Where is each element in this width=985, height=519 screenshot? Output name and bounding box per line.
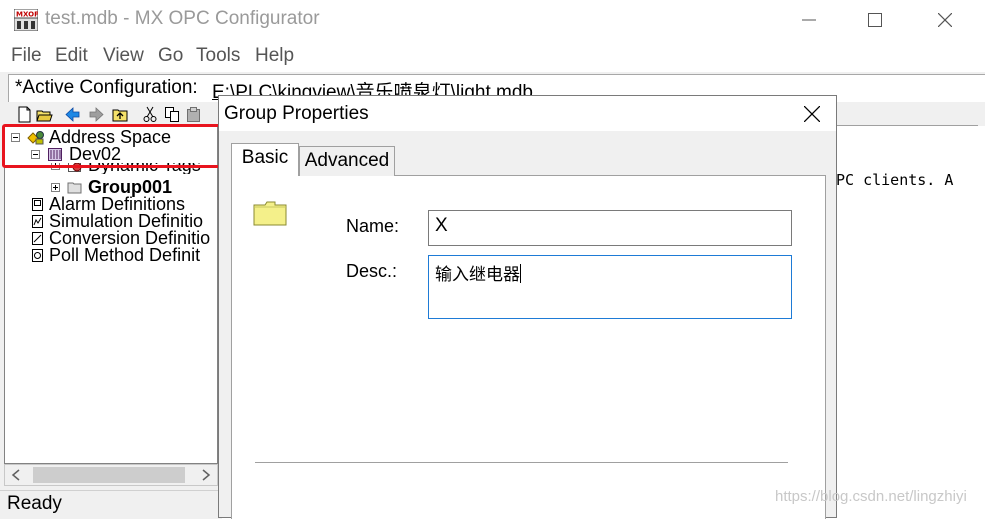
tree-horizontal-scrollbar[interactable]: [4, 464, 218, 486]
group-properties-dialog: Group Properties Basic Advanced Name: X …: [218, 95, 837, 519]
name-label: Name:: [346, 216, 400, 236]
text-caret: [520, 264, 521, 283]
content-header-divider: [836, 125, 978, 126]
definition-icon: [31, 248, 46, 263]
folder-icon: [253, 200, 287, 226]
active-configuration-label: *Active Configuration:: [15, 77, 198, 98]
tree-item-poll-method-definitions[interactable]: Poll Method Definit: [11, 246, 217, 264]
new-file-icon[interactable]: [16, 106, 33, 123]
main-window: MXOPC test.mdb - MX OPC Configurator Fil…: [0, 0, 985, 519]
open-folder-icon[interactable]: [36, 106, 53, 123]
definition-icon: [31, 214, 46, 229]
title-bar: MXOPC test.mdb - MX OPC Configurator: [0, 0, 985, 40]
close-icon: [938, 13, 952, 27]
svg-text:MXOPC: MXOPC: [16, 11, 38, 19]
content-background-text: PC clients. A: [836, 171, 954, 189]
minimize-icon: [802, 19, 816, 21]
menu-help[interactable]: Help: [255, 45, 294, 67]
maximize-button[interactable]: [840, 0, 910, 40]
dialog-title-bar: Group Properties: [219, 96, 836, 131]
toolbar: [8, 104, 223, 126]
group-icon: [67, 180, 82, 195]
close-button[interactable]: [910, 0, 980, 40]
dialog-close-button[interactable]: [789, 96, 836, 131]
menu-file[interactable]: File: [11, 45, 42, 67]
forward-arrow-icon[interactable]: [88, 106, 105, 123]
definition-icon: [31, 197, 46, 212]
dialog-title: Group Properties: [224, 103, 369, 124]
address-space-tree[interactable]: Address Space Dev02 Dynamic Tags Group00…: [4, 126, 218, 464]
status-text: Ready: [7, 493, 62, 514]
maximize-icon: [868, 13, 882, 27]
scroll-right-icon[interactable]: [201, 469, 211, 481]
desc-input-value: 输入继电器: [435, 265, 520, 284]
tab-advanced[interactable]: Advanced: [299, 146, 395, 176]
up-folder-icon[interactable]: [112, 106, 129, 123]
minimize-button[interactable]: [774, 0, 844, 40]
expand-toggle-icon[interactable]: [51, 183, 60, 192]
window-title: test.mdb - MX OPC Configurator: [45, 8, 320, 29]
mxopc-app-icon: MXOPC: [13, 8, 44, 32]
close-icon: [804, 106, 820, 122]
tab-basic[interactable]: Basic: [231, 143, 299, 176]
menu-go[interactable]: Go: [158, 45, 183, 67]
copy-icon[interactable]: [164, 106, 181, 123]
paste-icon[interactable]: [186, 106, 203, 123]
red-highlight-annotation: [2, 124, 222, 168]
cut-icon[interactable]: [142, 106, 159, 123]
definition-icon: [31, 231, 46, 246]
menu-edit[interactable]: Edit: [55, 45, 88, 67]
watermark: https://blog.csdn.net/lingzhiyi: [775, 488, 967, 505]
status-bar: Ready: [0, 490, 222, 519]
desc-label: Desc.:: [346, 261, 398, 281]
dialog-separator: [255, 462, 788, 463]
back-arrow-icon[interactable]: [64, 106, 81, 123]
scroll-left-icon[interactable]: [11, 469, 21, 481]
scrollbar-thumb[interactable]: [33, 467, 185, 483]
menu-tools[interactable]: Tools: [196, 45, 240, 67]
name-input[interactable]: X: [428, 210, 792, 246]
desc-input[interactable]: 输入继电器: [428, 255, 792, 319]
menu-bar: File Edit View Go Tools Help: [0, 40, 985, 72]
menu-view[interactable]: View: [103, 45, 144, 67]
